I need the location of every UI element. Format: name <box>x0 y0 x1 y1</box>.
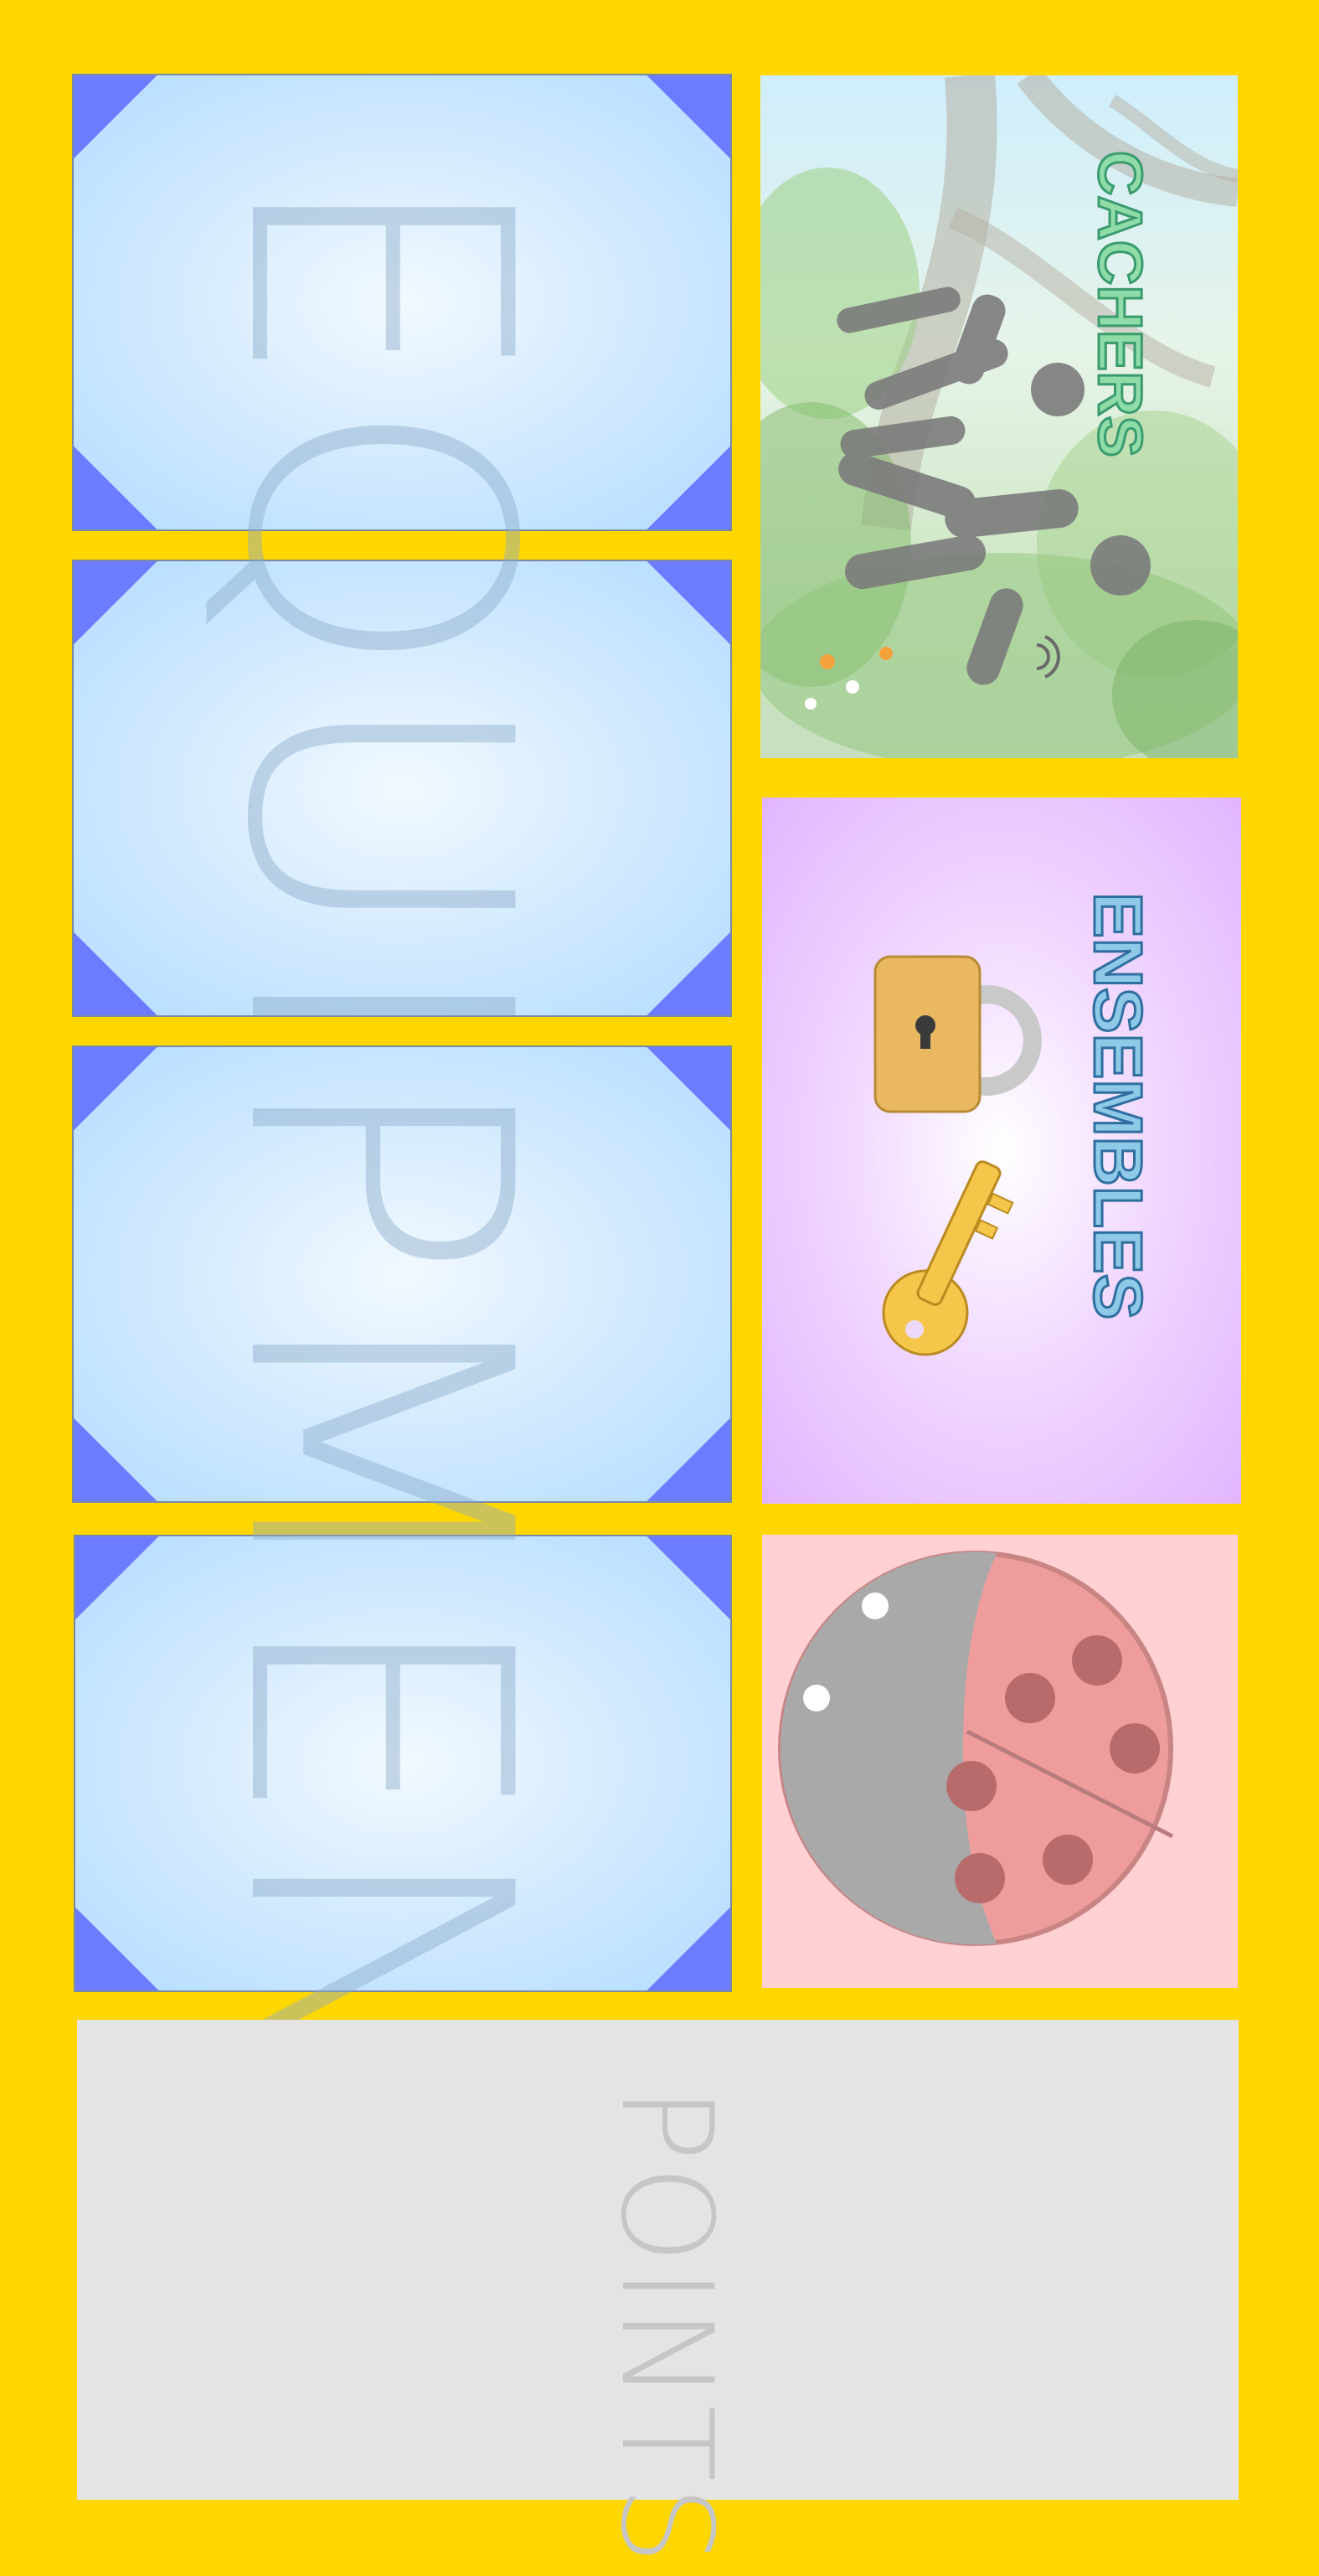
equipment-label: EQUIPMENT <box>167 163 586 2336</box>
ensembles-label: ENSEMBLES <box>1079 891 1157 1321</box>
ensembles-panel[interactable] <box>762 798 1241 1504</box>
padlock-icon <box>873 955 1042 1113</box>
cachers-panel[interactable] <box>760 75 1238 758</box>
key-icon <box>882 1160 1014 1356</box>
jungle-scene-icon <box>760 75 1238 758</box>
points-label: POINTS <box>593 2086 739 2568</box>
ladybug-panel[interactable] <box>762 1535 1238 1988</box>
ladybug-icon <box>778 1551 1174 1946</box>
cachers-label: CACHERS <box>1085 150 1157 459</box>
